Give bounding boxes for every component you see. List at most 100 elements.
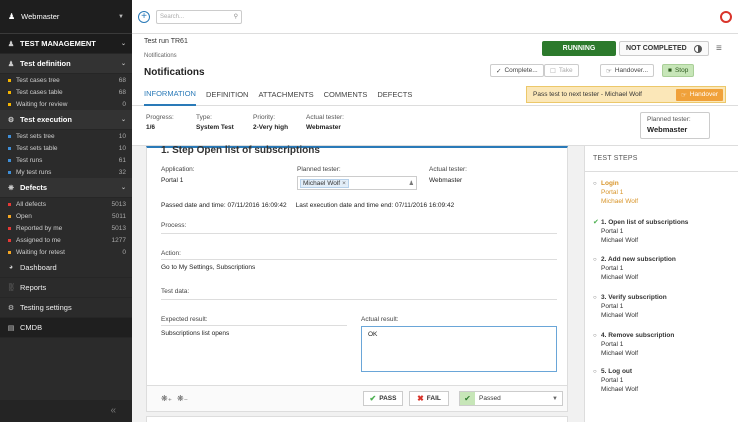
sidebar-item-count: 68 [118, 88, 126, 96]
sidebar-item[interactable]: Test runs 61 [0, 154, 132, 166]
x-icon: ✖ [417, 394, 424, 403]
actual-result-input[interactable]: OK [361, 326, 557, 372]
page-title: Notifications [144, 67, 205, 78]
button-label: FAIL [426, 395, 441, 402]
user-menu[interactable]: ♟ Webmaster ▼ [0, 0, 132, 34]
take-button[interactable]: ☐ Take [544, 64, 579, 77]
remove-tag-icon[interactable]: × [342, 180, 346, 187]
check-icon: ✔ [460, 392, 475, 405]
sidebar-item-cmdb[interactable]: ▤ CMDB [0, 318, 132, 338]
sidebar-item[interactable]: My test runs 32 [0, 166, 132, 178]
actual-tester-label: Actual tester: [306, 114, 344, 121]
tab-definition[interactable]: DEFINITION [206, 84, 249, 106]
check-circle-icon: ✓ [496, 67, 502, 75]
status-dot-icon [8, 134, 11, 138]
sidebar-item[interactable]: Reported by me 5013 [0, 222, 132, 234]
add-defect-icon[interactable]: ❋₊ [161, 394, 172, 403]
tab-defects[interactable]: DEFECTS [377, 84, 412, 106]
test-step-item[interactable]: ✔ 1. Open list of subscriptions Portal 1 Mi… [593, 218, 688, 244]
planned-tester-label: Planned tester: [647, 116, 691, 123]
link-defect-icon[interactable]: ❋₋ [177, 394, 188, 403]
group-label: Test definition [20, 59, 71, 68]
breadcrumb: Notifications [144, 53, 177, 59]
search-input[interactable]: Search... ⚲ [156, 9, 242, 24]
handover-banner-button[interactable]: ☞ Handover [675, 88, 723, 101]
tester-tag[interactable]: Michael Wolf × [300, 178, 349, 188]
test-step-item[interactable]: ○ 5. Log out Portal 1 Michael Wolf [593, 368, 638, 393]
step-tester: Michael Wolf [601, 312, 639, 319]
test-run-info: Progress: 1/6 Type: System Test Priority… [132, 106, 738, 146]
check-icon: ✔ [593, 219, 599, 226]
sidebar-item-label: Testing settings [20, 303, 72, 312]
priority-label: Priority: [253, 114, 276, 121]
step-application: Portal 1 [601, 265, 624, 272]
status-dot-icon [8, 146, 11, 150]
progress-field: Progress: 1/6 [146, 114, 174, 131]
step-name: 1. Open list of subscriptions [601, 219, 689, 226]
progress-value: 1/6 [146, 124, 156, 131]
add-icon[interactable]: + [138, 10, 150, 23]
status-not-completed-button[interactable]: NOT COMPLETED [619, 41, 709, 56]
take-icon: ☐ [550, 67, 556, 75]
test-step-item[interactable]: ○ 3. Verify subscription Portal 1 Michael W… [593, 294, 667, 319]
sidebar-item[interactable]: Test sets tree 10 [0, 130, 132, 142]
sidebar-item-reports[interactable]: ░ Reports [0, 278, 132, 298]
sidebar-item[interactable]: All defects 5013 [0, 198, 132, 210]
sidebar-item-label: Test cases table [16, 88, 63, 96]
half-circle-icon [694, 44, 702, 53]
person-icon[interactable]: ♟ [409, 180, 414, 187]
sidebar-item[interactable]: Waiting for review 0 [0, 98, 132, 110]
action-label: Action: [161, 250, 181, 257]
sidebar-item[interactable]: Waiting for retest 0 [0, 246, 132, 258]
sidebar-group-defects[interactable]: ❋ Defects ⌄ [0, 178, 132, 198]
help-lifebuoy-icon[interactable] [720, 10, 732, 23]
next-step-card [146, 416, 568, 422]
sidebar-section-test-management[interactable]: ♟ TEST MANAGEMENT ⌄ [0, 34, 132, 54]
sidebar-item-testing-settings[interactable]: ⚙ Testing settings [0, 298, 132, 318]
complete-button[interactable]: ✓ Complete... [490, 64, 544, 77]
pass-button[interactable]: ✔ PASS [363, 391, 403, 406]
test-step-item[interactable]: ○ 2. Add new subscription Portal 1 Michael … [593, 256, 676, 281]
status-dot-icon [8, 158, 11, 162]
sidebar-item-label: Test sets tree [16, 132, 55, 140]
step-status-select[interactable]: ✔ Passed ▼ [459, 391, 563, 406]
sidebar-footer: « [0, 400, 132, 422]
status-dot-icon [8, 102, 11, 106]
test-step-item[interactable]: ○ 4. Remove subscription Portal 1 Michael W… [593, 332, 674, 357]
handover-button[interactable]: ☞ Handover... [600, 64, 655, 77]
step-tester: Michael Wolf [601, 237, 639, 244]
status-dot-icon [8, 238, 11, 242]
sidebar-group-test-definition[interactable]: ♟ Test definition ⌄ [0, 54, 132, 74]
chevron-down-icon: ⌄ [120, 185, 126, 191]
test-step-item[interactable]: ○ Login Portal 1 Michael Wolf [593, 180, 638, 205]
progress-label: Progress: [146, 114, 174, 121]
button-label: Handover [689, 91, 718, 98]
planned-tester-input[interactable]: Michael Wolf × ♟ [297, 176, 417, 190]
sidebar-item-count: 1277 [111, 236, 126, 244]
sidebar-item-label: All defects [16, 200, 46, 208]
tab-comments[interactable]: COMMENTS [324, 84, 368, 106]
stop-button[interactable]: ■ Stop [662, 64, 695, 77]
divider [161, 233, 557, 234]
sidebar-group-test-execution[interactable]: ⚙ Test execution ⌄ [0, 110, 132, 130]
status-dot-icon [8, 90, 11, 94]
top-bar: + Search... ⚲ [132, 0, 738, 34]
tab-information[interactable]: INFORMATION [144, 84, 196, 106]
sidebar-item[interactable]: Assigned to me 1277 [0, 234, 132, 246]
fail-button[interactable]: ✖ FAIL [409, 391, 449, 406]
sidebar-item[interactable]: Test cases table 68 [0, 86, 132, 98]
status-dot-icon [8, 214, 11, 218]
sidebar-item[interactable]: Test cases tree 68 [0, 74, 132, 86]
check-icon: ✔ [369, 394, 377, 403]
sidebar-item-dashboard[interactable]: ◕ Dashboard [0, 258, 132, 278]
collapse-sidebar-icon[interactable]: « [110, 405, 116, 416]
sidebar-item[interactable]: Open 5011 [0, 210, 132, 222]
sidebar-item-count: 5013 [111, 200, 126, 208]
database-icon: ▤ [7, 324, 15, 332]
tab-attachments[interactable]: ATTACHMENTS [258, 84, 313, 106]
step-application: Portal 1 [601, 189, 624, 196]
status-running-button[interactable]: RUNNING [542, 41, 616, 56]
sidebar-item[interactable]: Test sets table 10 [0, 142, 132, 154]
hamburger-menu-icon[interactable]: ≡ [716, 43, 722, 54]
actual-tester-value: Webmaster [429, 177, 463, 184]
